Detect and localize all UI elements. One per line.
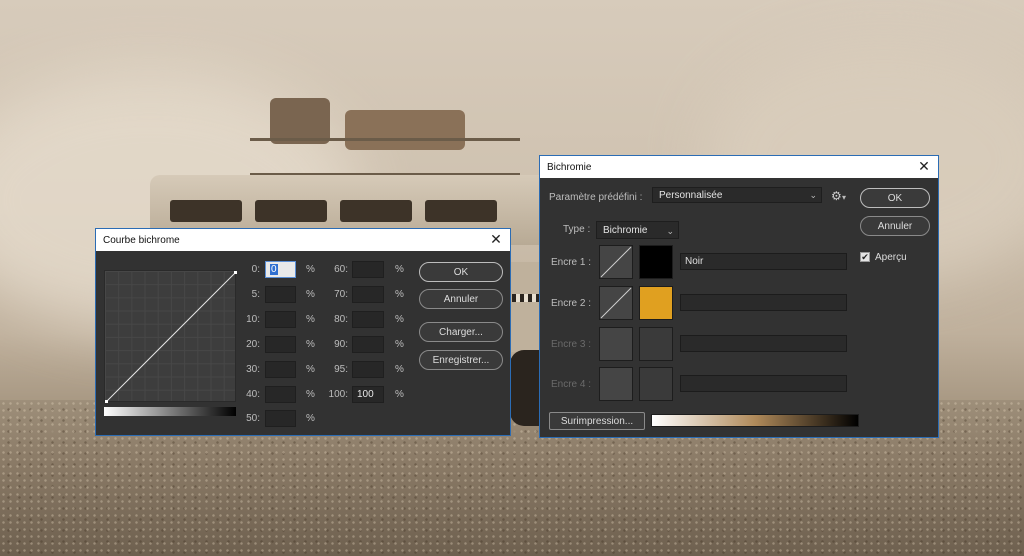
percent-unit: %	[395, 264, 404, 275]
ink-2-name-field[interactable]	[680, 294, 847, 311]
curve-dialog-titlebar[interactable]: Courbe bichrome ✕	[96, 229, 510, 251]
curve-line-icon	[105, 271, 237, 403]
curve-label-20: 20:	[246, 339, 260, 350]
percent-unit: %	[306, 264, 315, 275]
percent-unit: %	[306, 289, 315, 300]
curve-input-95[interactable]	[352, 361, 384, 378]
curve-gradient-bar	[104, 407, 236, 416]
ink-3-label: Encre 3 :	[551, 339, 592, 350]
chevron-down-icon: ⌄	[666, 226, 674, 236]
percent-unit: %	[395, 339, 404, 350]
duotone-dialog-title: Bichromie	[547, 161, 592, 173]
curve-input-40[interactable]	[265, 386, 296, 403]
type-label: Type :	[563, 224, 591, 235]
cancel-button[interactable]: Annuler	[419, 289, 503, 309]
overprint-button[interactable]: Surimpression...	[549, 412, 645, 430]
curve-input-70[interactable]	[352, 286, 384, 303]
duotone-dialog: Bichromie ✕ Paramètre prédéfini : Person…	[539, 155, 939, 438]
type-select-value: Bichromie	[603, 225, 648, 236]
ink-1-label: Encre 1 :	[551, 257, 592, 268]
percent-unit: %	[306, 339, 315, 350]
curve-dialog: Courbe bichrome ✕ 0: 0 % 5: % 10: % 20: …	[95, 228, 511, 436]
curve-input-5[interactable]	[265, 286, 296, 303]
ink-4-curve-button	[599, 367, 633, 401]
curve-label-70: 70:	[334, 289, 348, 300]
percent-unit: %	[395, 314, 404, 325]
ink-3-name-field	[680, 335, 847, 352]
toy-car-window	[425, 200, 497, 222]
percent-unit: %	[395, 389, 404, 400]
ink-4-name-field	[680, 375, 847, 392]
preset-label: Paramètre prédéfini :	[549, 192, 643, 203]
preset-select-value: Personnalisée	[659, 190, 723, 201]
ink-1-name-field[interactable]: Noir	[680, 253, 847, 270]
curve-label-0: 0:	[251, 264, 260, 275]
toy-car-window	[255, 200, 327, 222]
curve-diagonal-icon	[600, 287, 632, 319]
toy-car-checker-stripe	[512, 294, 542, 302]
type-select[interactable]: Bichromie ⌄	[596, 221, 679, 239]
curve-label-60: 60:	[334, 264, 348, 275]
ink-1-color-swatch[interactable]	[639, 245, 673, 279]
curve-input-10[interactable]	[265, 311, 296, 328]
ink-2-color-swatch[interactable]	[639, 286, 673, 320]
duotone-dialog-titlebar[interactable]: Bichromie ✕	[540, 156, 938, 178]
curve-label-50: 50:	[246, 413, 260, 424]
ink-2-label: Encre 2 :	[551, 298, 592, 309]
percent-unit: %	[306, 413, 315, 424]
curve-input-80[interactable]	[352, 311, 384, 328]
curve-input-30[interactable]	[265, 361, 296, 378]
ink-2-curve-button[interactable]	[599, 286, 633, 320]
ink-1-curve-button[interactable]	[599, 245, 633, 279]
ink-3-color-swatch	[639, 327, 673, 361]
curve-input-60[interactable]	[352, 261, 384, 278]
curve-input-100[interactable]: 100	[352, 386, 384, 403]
curve-input-0[interactable]: 0	[265, 261, 296, 278]
curve-label-10: 10:	[246, 314, 260, 325]
close-icon[interactable]: ✕	[488, 231, 504, 247]
curve-label-5: 5:	[251, 289, 260, 300]
curve-label-90: 90:	[334, 339, 348, 350]
curve-dialog-title: Courbe bichrome	[103, 234, 180, 246]
curve-label-100: 100:	[328, 389, 348, 400]
percent-unit: %	[306, 389, 315, 400]
preset-select[interactable]: Personnalisée ⌄	[652, 187, 822, 203]
ok-button[interactable]: OK	[419, 262, 503, 282]
preview-checkbox[interactable]: ✔	[860, 252, 870, 262]
ink-3-curve-button	[599, 327, 633, 361]
ok-button[interactable]: OK	[860, 188, 930, 208]
load-button[interactable]: Charger...	[419, 322, 503, 342]
curve-label-30: 30:	[246, 364, 260, 375]
save-button[interactable]: Enregistrer...	[419, 350, 503, 370]
curve-graph[interactable]	[104, 270, 237, 403]
ink-4-label: Encre 4 :	[551, 379, 592, 390]
curve-input-50[interactable]	[265, 410, 296, 427]
gear-icon[interactable]: ⚙	[831, 189, 842, 203]
ink-4-color-swatch	[639, 367, 673, 401]
preview-label: Aperçu	[875, 252, 907, 263]
percent-unit: %	[306, 364, 315, 375]
duotone-gradient-bar	[651, 414, 859, 427]
percent-unit: %	[395, 364, 404, 375]
cancel-button[interactable]: Annuler	[860, 216, 930, 236]
curve-label-80: 80:	[334, 314, 348, 325]
curve-input-90[interactable]	[352, 336, 384, 353]
close-icon[interactable]: ✕	[916, 158, 932, 174]
curve-diagonal-icon	[600, 246, 632, 278]
toy-roof-rack	[250, 138, 520, 176]
curve-label-95: 95:	[334, 364, 348, 375]
toy-car-window	[170, 200, 242, 222]
curve-label-40: 40:	[246, 389, 260, 400]
curve-input-20[interactable]	[265, 336, 296, 353]
gear-menu-caret-icon[interactable]: ▾	[842, 193, 846, 202]
toy-car-window	[340, 200, 412, 222]
chevron-down-icon: ⌄	[809, 190, 817, 200]
percent-unit: %	[306, 314, 315, 325]
percent-unit: %	[395, 289, 404, 300]
